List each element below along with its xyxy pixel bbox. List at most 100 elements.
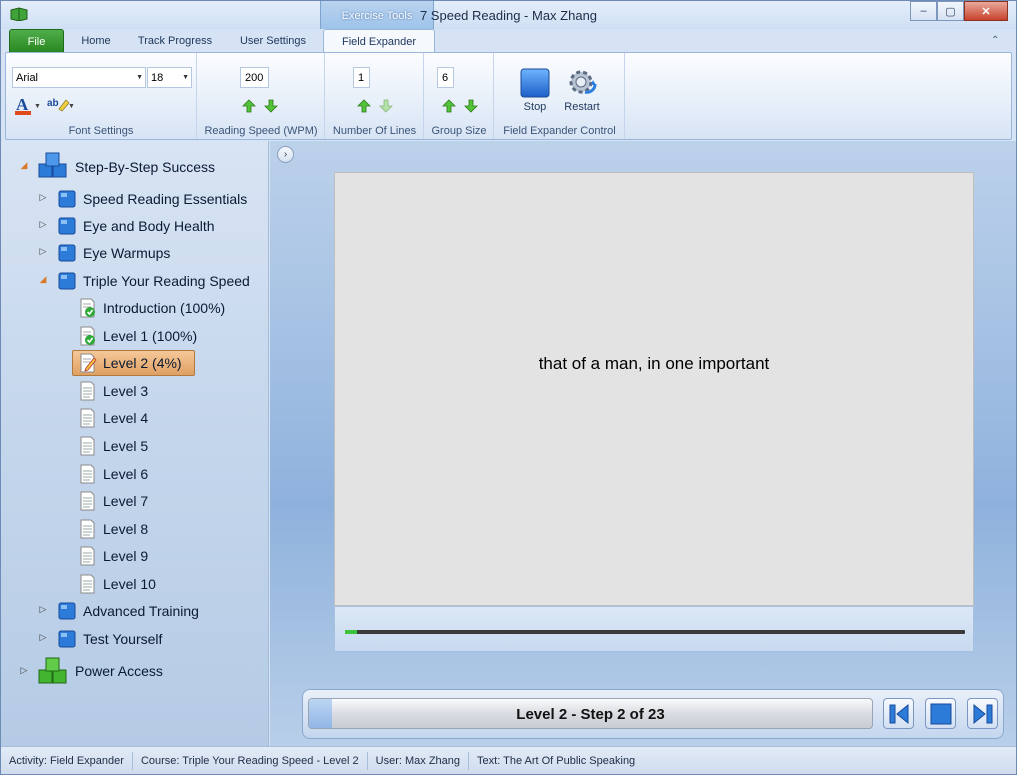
previous-icon [889, 703, 908, 724]
highlight-color-button[interactable]: ab ▼ [46, 95, 76, 115]
tree-item-label: Level 2 (4%) [103, 355, 182, 371]
tree-item-label: Eye Warmups [83, 245, 171, 261]
tree-item-label: Advanced Training [83, 603, 199, 619]
status-user: User: Max Zhang [368, 751, 470, 770]
font-size-select[interactable]: 18 ▼ [147, 67, 192, 88]
tree-item-level-4[interactable]: Level 4 [79, 407, 148, 429]
number-of-lines-group: 1 Number Of Lines [326, 53, 424, 139]
stop-square-icon [930, 703, 951, 724]
document-icon [80, 574, 95, 594]
tree-root-power-access[interactable]: Power Access [37, 656, 163, 686]
increase-group-size-icon[interactable] [442, 99, 456, 113]
cube-blue-icon [58, 630, 76, 648]
expand-arrow-icon[interactable]: ▷ [19, 665, 29, 676]
collapse-arrow-icon[interactable]: ◢ [38, 274, 48, 285]
tree-item-label: Eye and Body Health [83, 218, 215, 234]
tree-item-label: Level 6 [103, 466, 149, 482]
tree-root-step-by-step[interactable]: Step-By-Step Success [37, 152, 215, 182]
minimize-button[interactable]: – [910, 1, 937, 21]
collapse-arrow-icon[interactable]: ◢ [19, 160, 29, 171]
tree-item-level-1[interactable]: Level 1 (100%) [79, 325, 197, 347]
expand-arrow-icon[interactable]: ▷ [38, 632, 48, 643]
title-bar: Exercise Tools 7 Speed Reading - Max Zha… [1, 1, 1016, 29]
document-check-icon [80, 326, 95, 346]
svg-text:▼: ▼ [34, 103, 41, 110]
tree-item-label: Introduction (100%) [103, 300, 226, 316]
tree-item-level-3[interactable]: Level 3 [79, 380, 148, 402]
cube-blue-icon [58, 272, 76, 290]
reading-progress-fill [345, 630, 358, 634]
stop-step-button[interactable] [925, 698, 956, 729]
group-size-field[interactable]: 6 [437, 67, 454, 88]
tree-item-eye-and-body-health[interactable]: Eye and Body Health [57, 215, 215, 237]
expand-arrow-icon[interactable]: ▷ [38, 219, 48, 230]
chevron-down-icon: ▼ [136, 74, 143, 81]
previous-step-button[interactable] [883, 698, 914, 729]
tree-item-speed-reading-essentials[interactable]: Speed Reading Essentials [57, 188, 247, 210]
tree-item-level-2[interactable]: Level 2 (4%) [72, 350, 195, 376]
tree-item-label: Level 5 [103, 438, 149, 454]
next-step-button[interactable] [967, 698, 998, 729]
status-course: Course: Triple Your Reading Speed - Leve… [133, 751, 368, 770]
decrease-speed-icon[interactable] [264, 99, 278, 113]
document-icon [80, 381, 95, 401]
document-icon [80, 546, 95, 566]
tree-item-advanced-training[interactable]: Advanced Training [57, 600, 199, 622]
next-icon [973, 703, 992, 724]
cubes-green-icon [38, 657, 67, 684]
collapse-panel-button[interactable]: › [277, 146, 294, 163]
tree-root-label: Power Access [75, 663, 163, 679]
number-of-lines-field[interactable]: 1 [353, 67, 370, 88]
field-expander-control-group: Stop Restart Field Expander Control [495, 53, 625, 139]
tree-item-introduction[interactable]: Introduction (100%) [79, 297, 225, 319]
app-window: Exercise Tools 7 Speed Reading - Max Zha… [0, 0, 1017, 775]
font-color-button[interactable]: A ▼ [15, 95, 41, 115]
reading-progress-area [334, 606, 974, 652]
document-check-icon [80, 298, 95, 318]
tree-item-eye-warmups[interactable]: Eye Warmups [57, 242, 170, 264]
expand-arrow-icon[interactable]: ▷ [38, 192, 48, 203]
tree-item-level-8[interactable]: Level 8 [79, 518, 148, 540]
tree-item-label: Level 8 [103, 521, 149, 537]
tree-item-level-10[interactable]: Level 10 [79, 573, 156, 595]
status-activity: Activity: Field Expander [1, 751, 133, 770]
tab-track-progress[interactable]: Track Progress [129, 29, 221, 53]
stop-icon [520, 68, 550, 98]
stop-button[interactable]: Stop [513, 68, 557, 120]
svg-text:ab: ab [47, 98, 59, 109]
tree-item-level-6[interactable]: Level 6 [79, 463, 148, 485]
tree-item-triple-your-reading-speed[interactable]: Triple Your Reading Speed [57, 270, 250, 292]
tab-field-expander[interactable]: Field Expander [323, 29, 435, 53]
stop-label: Stop [523, 101, 547, 113]
tree-item-level-7[interactable]: Level 7 [79, 490, 148, 512]
window-title: 7 Speed Reading - Max Zhang [419, 8, 598, 23]
tab-user-settings[interactable]: User Settings [229, 29, 317, 53]
status-text: Text: The Art Of Public Speaking [477, 754, 636, 767]
tree-item-level-9[interactable]: Level 9 [79, 545, 148, 567]
tree-item-label: Level 10 [103, 576, 156, 592]
expand-arrow-icon[interactable]: ▷ [38, 246, 48, 257]
reading-text: that of a man, in one important [538, 354, 770, 373]
tab-home[interactable]: Home [71, 29, 121, 53]
document-edit-icon [80, 353, 97, 373]
reading-progress-bar [345, 630, 965, 634]
tree-item-label: Level 4 [103, 410, 149, 426]
cube-blue-icon [58, 217, 76, 235]
decrease-group-size-icon[interactable] [464, 99, 478, 113]
maximize-button[interactable]: ▢ [937, 1, 964, 21]
close-button[interactable]: ✕ [964, 1, 1008, 21]
collapse-ribbon-icon[interactable]: ⌃ [991, 35, 999, 46]
reading-speed-label: Reading Speed (WPM) [204, 125, 318, 137]
cube-blue-icon [58, 244, 76, 262]
tab-file[interactable]: File [9, 29, 64, 53]
font-family-select[interactable]: Arial ▼ [12, 67, 146, 88]
increase-lines-icon[interactable] [357, 99, 371, 113]
reading-speed-field[interactable]: 200 [240, 67, 269, 88]
tree-item-label: Level 9 [103, 548, 149, 564]
tree-item-test-yourself[interactable]: Test Yourself [57, 628, 162, 650]
font-size-value: 18 [151, 71, 164, 84]
tree-item-level-5[interactable]: Level 5 [79, 435, 148, 457]
restart-button[interactable]: Restart [560, 68, 604, 120]
expand-arrow-icon[interactable]: ▷ [38, 604, 48, 615]
increase-speed-icon[interactable] [242, 99, 256, 113]
